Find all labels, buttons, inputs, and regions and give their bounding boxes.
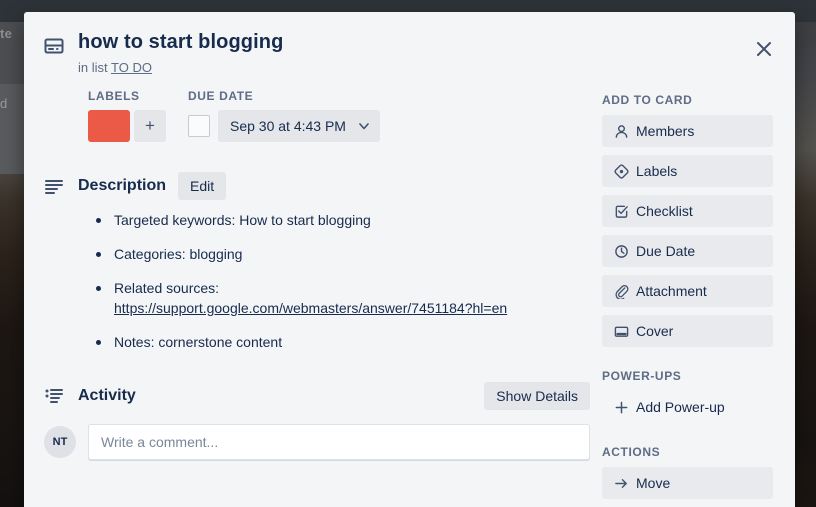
card-detail-modal: how to start blogging in list TO DO LABE… (24, 12, 795, 507)
description-item-text: Categories: blogging (114, 246, 243, 262)
list-item: Notes: cornerstone content (88, 332, 590, 352)
card-body: LABELS + DUE DATE Sep 30 at 4:43 PM Desc… (24, 75, 795, 507)
description-icon (44, 176, 76, 196)
sidebar-item-label: Members (636, 123, 695, 139)
sidebar-item-label: Labels (636, 163, 678, 179)
sidebar-item-label: Attachment (636, 283, 707, 299)
comment-input[interactable] (88, 424, 590, 460)
in-list-label: in list (78, 60, 108, 75)
list-item: Categories: blogging (88, 244, 590, 264)
close-icon[interactable] (747, 32, 781, 66)
sidebar-item-cover[interactable]: Cover (602, 315, 773, 347)
description-link[interactable]: https://support.google.com/webmasters/an… (114, 300, 507, 316)
arrow-right-icon (614, 476, 636, 491)
description-item-text: Related sources: (114, 280, 220, 296)
show-details-button[interactable]: Show Details (484, 382, 590, 410)
activity-icon (44, 386, 76, 406)
sidebar-item-label: Checklist (636, 203, 693, 219)
due-date-block: DUE DATE Sep 30 at 4:43 PM (188, 89, 380, 142)
edit-description-button[interactable]: Edit (178, 172, 227, 200)
sidebar-item-attachment[interactable]: Attachment (602, 275, 773, 307)
sidebar-item-label: Due Date (636, 243, 696, 259)
actions-group: ACTIONS Move (602, 445, 773, 499)
due-date-heading: DUE DATE (188, 89, 254, 103)
sidebar-item-label: Cover (636, 323, 674, 339)
description-list: Targeted keywords: How to start blogging… (88, 210, 590, 352)
sidebar-item-due-date[interactable]: Due Date (602, 235, 773, 267)
card-main-column: LABELS + DUE DATE Sep 30 at 4:43 PM Desc… (24, 75, 602, 507)
sidebar-item-labels[interactable]: Labels (602, 155, 773, 187)
labels-controls: + (88, 110, 166, 142)
tag-icon (614, 163, 636, 179)
description-item-text: Targeted keywords: How to start blogging (114, 212, 371, 228)
sidebar-item-checklist[interactable]: Checklist (602, 195, 773, 227)
add-to-card-heading: ADD TO CARD (602, 93, 693, 107)
sidebar-item-add-power-up[interactable]: Add Power-up (602, 391, 773, 423)
add-to-card-group: ADD TO CARD Members Labels Checklist Due… (602, 93, 773, 347)
sidebar-item-label: Add Power-up (636, 399, 725, 415)
add-label-button[interactable]: + (134, 110, 166, 142)
labels-heading: LABELS (88, 89, 140, 103)
actions-heading: ACTIONS (602, 445, 661, 459)
person-icon (614, 124, 636, 139)
due-date-value: Sep 30 at 4:43 PM (230, 118, 346, 134)
card-header: how to start blogging in list TO DO (24, 12, 795, 75)
plus-icon (614, 400, 636, 415)
due-date-checkbox[interactable] (188, 115, 210, 137)
labels-block: LABELS + (88, 89, 166, 142)
sidebar-item-label: Move (636, 475, 671, 491)
list-item: Related sources: https://support.google.… (88, 278, 590, 318)
page-title: how to start blogging (78, 31, 284, 53)
card-list-breadcrumb: in list TO DO (78, 60, 735, 75)
clock-icon (614, 244, 636, 259)
due-date-button[interactable]: Sep 30 at 4:43 PM (218, 110, 380, 142)
comment-row: NT (44, 410, 590, 460)
paperclip-icon (614, 284, 636, 299)
background-text-fragment-bottom: d (0, 96, 8, 111)
checkbox-icon (614, 204, 636, 219)
avatar[interactable]: NT (44, 426, 76, 458)
description-item-text: Notes: cornerstone content (114, 334, 283, 350)
description-header: Description Edit (44, 172, 590, 200)
sidebar-item-members[interactable]: Members (602, 115, 773, 147)
activity-header: Activity Show Details (44, 382, 590, 410)
background-text-fragment-top: te (0, 26, 13, 41)
label-chip-red[interactable] (88, 110, 130, 142)
description-title: Description (78, 177, 167, 194)
sidebar-item-move[interactable]: Move (602, 467, 773, 499)
list-item: Targeted keywords: How to start blogging (88, 210, 590, 230)
card-icon (44, 30, 76, 61)
card-header-text: how to start blogging in list TO DO (76, 30, 735, 75)
description-body: Targeted keywords: How to start blogging… (44, 200, 590, 352)
power-ups-heading: POWER-UPS (602, 369, 682, 383)
chevron-down-icon (358, 120, 370, 132)
cover-icon (614, 324, 636, 339)
due-date-controls: Sep 30 at 4:43 PM (188, 110, 380, 142)
power-ups-group: POWER-UPS Add Power-up (602, 369, 773, 423)
card-sidebar: ADD TO CARD Members Labels Checklist Due… (602, 75, 795, 507)
card-meta-row: LABELS + DUE DATE Sep 30 at 4:43 PM (44, 75, 590, 142)
list-link[interactable]: TO DO (111, 60, 152, 75)
activity-title: Activity (78, 387, 136, 404)
